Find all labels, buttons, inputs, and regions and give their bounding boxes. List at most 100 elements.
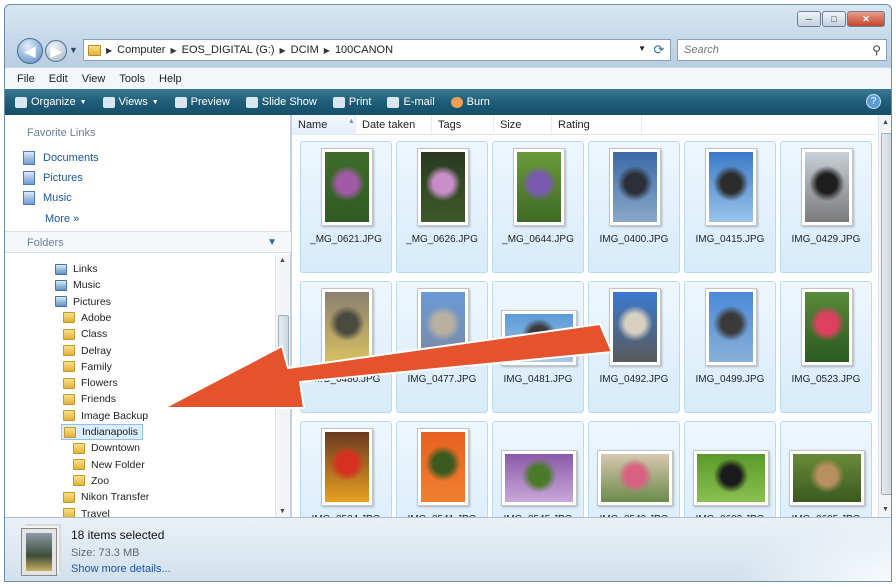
file-name: IMG_0429.JPG xyxy=(791,234,861,245)
scroll-down-icon[interactable]: ▼ xyxy=(882,506,889,513)
close-button[interactable]: ✕ xyxy=(847,11,885,27)
organize-button[interactable]: Organize ▼ xyxy=(15,96,87,108)
file-thumbnail[interactable]: _MG_0621.JPG xyxy=(300,141,392,273)
folder-tree-item[interactable]: Image Backup xyxy=(61,408,152,424)
folder-label: Adobe xyxy=(81,311,112,324)
chevron-right-icon[interactable]: ▶ xyxy=(324,46,330,55)
favorite-music[interactable]: Music xyxy=(23,191,72,205)
file-thumbnail[interactable]: IMG_0480.JPG xyxy=(300,281,392,413)
folder-tree-item[interactable]: Flowers xyxy=(61,375,122,391)
email-button[interactable]: E-mail xyxy=(387,96,435,108)
folder-tree-item[interactable]: Links xyxy=(53,261,102,277)
views-label: Views xyxy=(118,96,148,108)
menu-tools[interactable]: Tools xyxy=(119,73,145,85)
chevron-down-icon[interactable]: ▼ xyxy=(267,232,277,254)
folder-icon xyxy=(73,475,85,487)
file-thumbnail[interactable]: IMG_0523.JPG xyxy=(780,281,872,413)
minimize-button[interactable]: ─ xyxy=(797,11,821,27)
folder-tree-item[interactable]: Family xyxy=(61,359,116,375)
folder-icon xyxy=(73,442,85,454)
column-rating[interactable]: Rating xyxy=(552,115,642,135)
column-tags[interactable]: Tags xyxy=(432,115,494,135)
scroll-down-icon[interactable]: ▼ xyxy=(279,508,286,515)
folder-tree-item[interactable]: New Folder xyxy=(71,457,149,473)
folder-tree-item[interactable]: Music xyxy=(53,277,104,293)
folder-icon xyxy=(63,361,75,373)
folder-tree-item[interactable]: Zoo xyxy=(71,473,113,489)
file-thumbnail[interactable]: IMG_0541.JPG xyxy=(396,421,488,517)
file-thumbnail[interactable]: IMG_0549.JPG xyxy=(588,421,680,517)
folder-tree-item[interactable]: Nikon Transfer xyxy=(61,489,153,505)
file-thumbnail[interactable]: IMG_0534.JPG xyxy=(300,421,392,517)
file-thumbnail[interactable]: IMG_0400.JPG xyxy=(588,141,680,273)
folder-icon xyxy=(63,508,75,517)
favorite-pictures[interactable]: Pictures xyxy=(23,171,83,185)
chevron-right-icon[interactable]: ▶ xyxy=(280,46,286,55)
folder-tree-item[interactable]: Downtown xyxy=(71,440,144,456)
help-icon[interactable]: ? xyxy=(866,94,881,109)
recent-pages-dropdown[interactable]: ▼ xyxy=(69,45,78,55)
column-date-taken[interactable]: Date taken xyxy=(356,115,432,135)
folder-tree-item[interactable]: Travel xyxy=(61,506,114,517)
file-thumbnail[interactable]: IMG_0477.JPG xyxy=(396,281,488,413)
scroll-thumb[interactable] xyxy=(881,133,891,495)
print-button[interactable]: Print xyxy=(332,96,372,108)
file-thumbnail[interactable]: IMG_0492.JPG xyxy=(588,281,680,413)
show-more-details-link[interactable]: Show more details... xyxy=(71,563,171,575)
menu-bar: File Edit View Tools Help xyxy=(5,67,891,89)
scroll-thumb[interactable] xyxy=(278,315,289,405)
more-links[interactable]: More » xyxy=(45,213,79,225)
print-label: Print xyxy=(348,96,372,108)
menu-file[interactable]: File xyxy=(17,73,35,85)
folder-icon xyxy=(63,345,75,356)
search-input[interactable] xyxy=(677,39,887,61)
back-button[interactable]: ◀ xyxy=(17,38,43,64)
column-name[interactable]: ▲ Name xyxy=(292,115,356,135)
address-dropdown-icon[interactable]: ▼ xyxy=(638,44,646,53)
file-thumbnail[interactable]: IMG_0415.JPG xyxy=(684,141,776,273)
slideshow-button[interactable]: Slide Show xyxy=(245,96,317,108)
search-icon[interactable]: ⚲ xyxy=(872,43,881,57)
file-list-pane: ▲ Name Date taken Tags Size Rating _MG_06… xyxy=(292,115,891,517)
file-list-scrollbar[interactable]: ▲ ▼ xyxy=(878,115,891,517)
folder-tree-item[interactable]: Adobe xyxy=(61,310,115,326)
folder-tree-item[interactable]: Friends xyxy=(61,391,120,407)
breadcrumb-drive[interactable]: EOS_DIGITAL (G:) xyxy=(182,44,275,56)
folder-tree-item[interactable]: Class xyxy=(61,326,111,342)
chevron-right-icon[interactable]: ▶ xyxy=(106,46,112,55)
menu-help[interactable]: Help xyxy=(159,73,182,85)
address-bar[interactable]: ▶ Computer ▶ EOS_DIGITAL (G:) ▶ DCIM ▶ 1… xyxy=(83,39,671,61)
file-thumbnail[interactable]: IMG_0603.JPG xyxy=(684,421,776,517)
file-thumbnail[interactable]: _MG_0644.JPG xyxy=(492,141,584,273)
breadcrumb-computer[interactable]: Computer xyxy=(117,44,165,56)
folders-header[interactable]: Folders ▼ xyxy=(5,231,291,253)
file-thumbnail[interactable]: IMG_0481.JPG xyxy=(492,281,584,413)
maximize-button[interactable]: □ xyxy=(822,11,846,27)
file-thumbnail[interactable]: IMG_0545.JPG xyxy=(492,421,584,517)
file-thumbnail[interactable]: _MG_0626.JPG xyxy=(396,141,488,273)
file-name: IMG_0480.JPG xyxy=(311,374,381,385)
photo-preview xyxy=(417,288,469,366)
forward-button[interactable]: ▶ xyxy=(45,40,67,62)
scroll-up-icon[interactable]: ▲ xyxy=(882,119,889,126)
views-button[interactable]: Views ▼ xyxy=(102,96,159,108)
menu-edit[interactable]: Edit xyxy=(49,73,68,85)
folder-tree-item[interactable]: Delray xyxy=(61,343,115,359)
file-thumbnail[interactable]: IMG_0429.JPG xyxy=(780,141,872,273)
folder-tree-item[interactable]: Indianapolis xyxy=(61,424,144,440)
file-thumbnail[interactable]: IMG_0499.JPG xyxy=(684,281,776,413)
chevron-right-icon[interactable]: ▶ xyxy=(170,46,176,55)
breadcrumb-dcim[interactable]: DCIM xyxy=(291,44,319,56)
favorite-documents[interactable]: Documents xyxy=(23,151,99,165)
file-thumbnail[interactable]: IMG_0605.JPG xyxy=(780,421,872,517)
breadcrumb-100canon[interactable]: 100CANON xyxy=(335,44,393,56)
burn-button[interactable]: Burn xyxy=(450,96,490,108)
folder-tree-scrollbar[interactable]: ▲ ▼ xyxy=(275,255,290,517)
folder-tree-item[interactable]: Pictures xyxy=(53,294,115,310)
refresh-icon[interactable]: ⟳ xyxy=(649,39,669,61)
menu-view[interactable]: View xyxy=(82,73,106,85)
preview-button[interactable]: Preview xyxy=(174,96,230,108)
burn-label: Burn xyxy=(466,96,490,108)
scroll-up-icon[interactable]: ▲ xyxy=(279,257,286,264)
column-size[interactable]: Size xyxy=(494,115,552,135)
